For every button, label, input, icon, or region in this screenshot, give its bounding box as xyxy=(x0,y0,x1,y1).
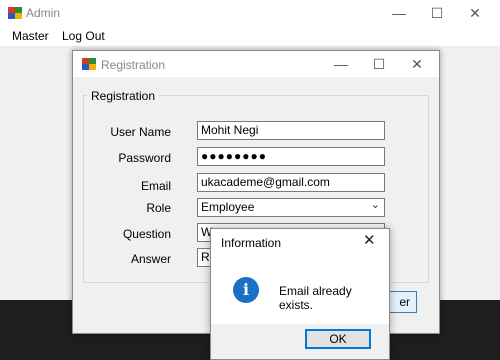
password-label: Password xyxy=(118,151,171,165)
registration-title: Registration xyxy=(101,58,166,72)
window-title: Admin xyxy=(26,6,61,20)
menu-item-logout[interactable]: Log Out xyxy=(62,29,105,43)
close-button[interactable]: ✕ xyxy=(403,51,431,77)
chevron-down-icon: ⌄ xyxy=(370,199,380,211)
user-name-label: User Name xyxy=(110,125,171,139)
menu-bar: Master Log Out xyxy=(0,26,500,46)
role-value: Employee xyxy=(201,200,255,214)
role-select[interactable]: Employee ⌄ xyxy=(197,198,385,217)
menu-item-master[interactable]: Master xyxy=(12,29,49,43)
close-button[interactable]: ✕ xyxy=(460,0,490,26)
minimize-button[interactable]: — xyxy=(384,0,414,26)
dialog-footer: OK xyxy=(211,324,389,359)
registration-titlebar: Registration — ☐ ✕ xyxy=(73,51,439,77)
answer-label: Answer xyxy=(130,252,171,266)
password-input[interactable]: ●●●●●●●● xyxy=(197,147,385,166)
ok-button[interactable]: OK xyxy=(305,329,371,349)
dialog-message: Email already exists. xyxy=(279,284,352,312)
user-name-input[interactable]: Mohit Negi xyxy=(197,121,385,140)
dialog-title: Information xyxy=(221,236,282,250)
close-icon[interactable]: ✕ xyxy=(363,231,376,249)
email-label: Email xyxy=(140,179,171,193)
maximize-button[interactable]: ☐ xyxy=(422,0,452,26)
main-titlebar: Admin — ☐ ✕ xyxy=(0,0,500,26)
role-label: Role xyxy=(146,201,171,215)
info-icon: i xyxy=(233,277,259,303)
app-icon xyxy=(8,7,22,19)
email-input[interactable]: ukacademe@gmail.com xyxy=(197,173,385,192)
information-dialog: Information ✕ i Email already exists. OK xyxy=(210,228,390,360)
minimize-button[interactable]: — xyxy=(327,51,355,77)
question-label: Question xyxy=(122,227,171,241)
password-mask: ●●●●●●●● xyxy=(201,149,267,163)
groupbox-caption: Registration xyxy=(87,89,160,103)
app-icon xyxy=(82,58,96,70)
maximize-button[interactable]: ☐ xyxy=(365,51,393,77)
register-button-label: er xyxy=(399,295,410,309)
